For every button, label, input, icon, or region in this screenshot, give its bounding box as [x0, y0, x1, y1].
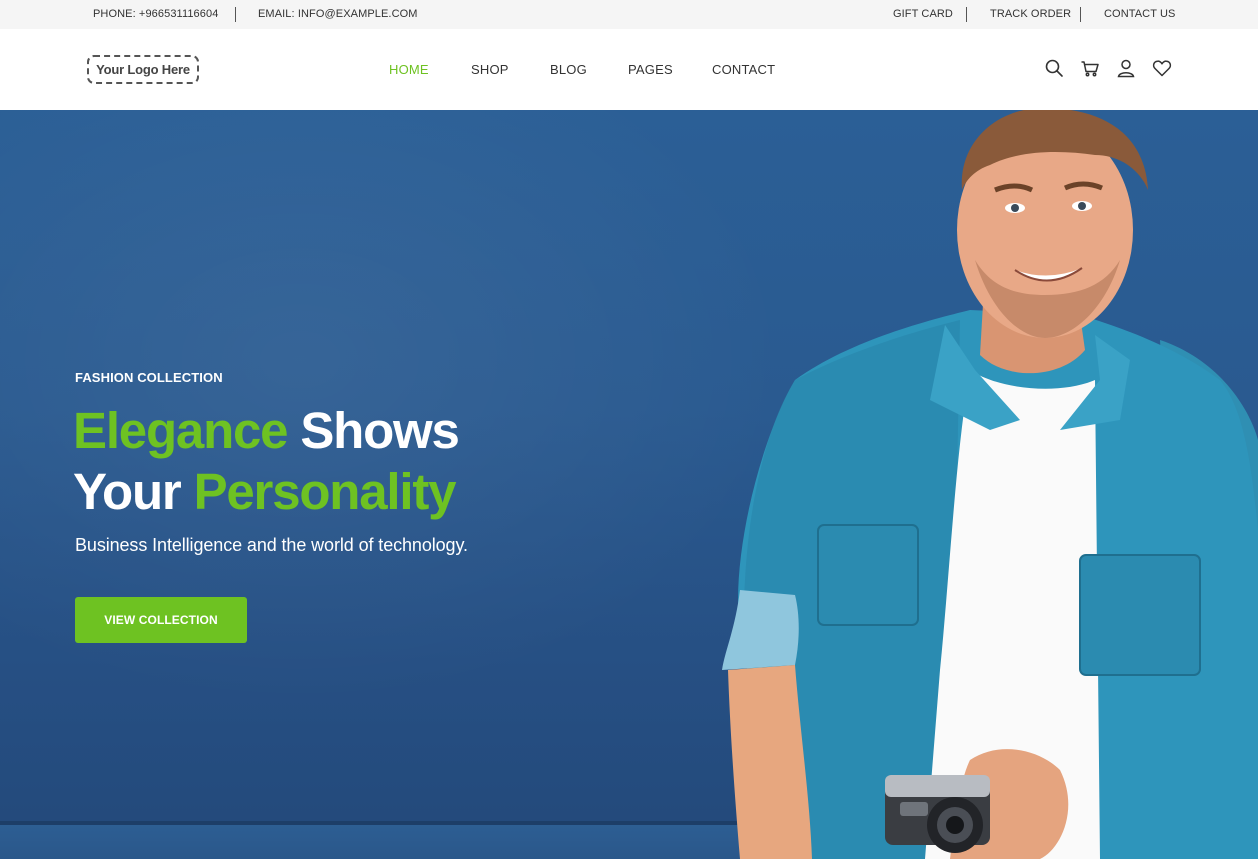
search-icon[interactable] — [1044, 58, 1064, 78]
gift-card-link[interactable]: GIFT CARD — [893, 8, 953, 20]
nav-pages[interactable]: PAGES — [628, 62, 673, 77]
divider — [1080, 7, 1081, 22]
nav-contact[interactable]: CONTACT — [712, 62, 775, 77]
headline-green-word: Elegance — [73, 402, 289, 459]
email-text: EMAIL: INFO@EXAMPLE.COM — [258, 8, 418, 20]
heart-icon[interactable] — [1152, 58, 1172, 78]
top-bar: PHONE: +966531116604 EMAIL: INFO@EXAMPLE… — [0, 0, 1258, 29]
hero-kicker: FASHION COLLECTION — [75, 370, 223, 385]
hero-banner: FASHION COLLECTION Elegance Shows Your P… — [0, 110, 1258, 859]
divider — [235, 7, 236, 22]
track-order-link[interactable]: TRACK ORDER — [990, 8, 1071, 20]
nav-blog[interactable]: BLOG — [550, 62, 587, 77]
divider — [966, 7, 967, 22]
headline-white-word: Your — [73, 463, 194, 520]
cart-icon[interactable] — [1080, 58, 1100, 78]
hero-model-image — [700, 110, 1258, 859]
headline-green-word: Personality — [193, 463, 457, 520]
hero-subtitle: Business Intelligence and the world of t… — [75, 535, 468, 555]
nav-shop[interactable]: SHOP — [471, 62, 509, 77]
hero-headline: Elegance Shows Your Personality — [73, 400, 460, 522]
nav-home[interactable]: HOME — [389, 62, 429, 77]
view-collection-button[interactable]: VIEW COLLECTION — [75, 597, 247, 643]
headline-white-word: Shows — [287, 402, 460, 459]
contact-us-link[interactable]: CONTACT US — [1104, 8, 1176, 20]
site-logo[interactable]: Your Logo Here — [87, 55, 199, 84]
phone-text: PHONE: +966531116604 — [93, 8, 219, 20]
user-icon[interactable] — [1116, 58, 1136, 78]
main-header: Your Logo Here HOME SHOP BLOG PAGES CONT… — [0, 29, 1258, 110]
